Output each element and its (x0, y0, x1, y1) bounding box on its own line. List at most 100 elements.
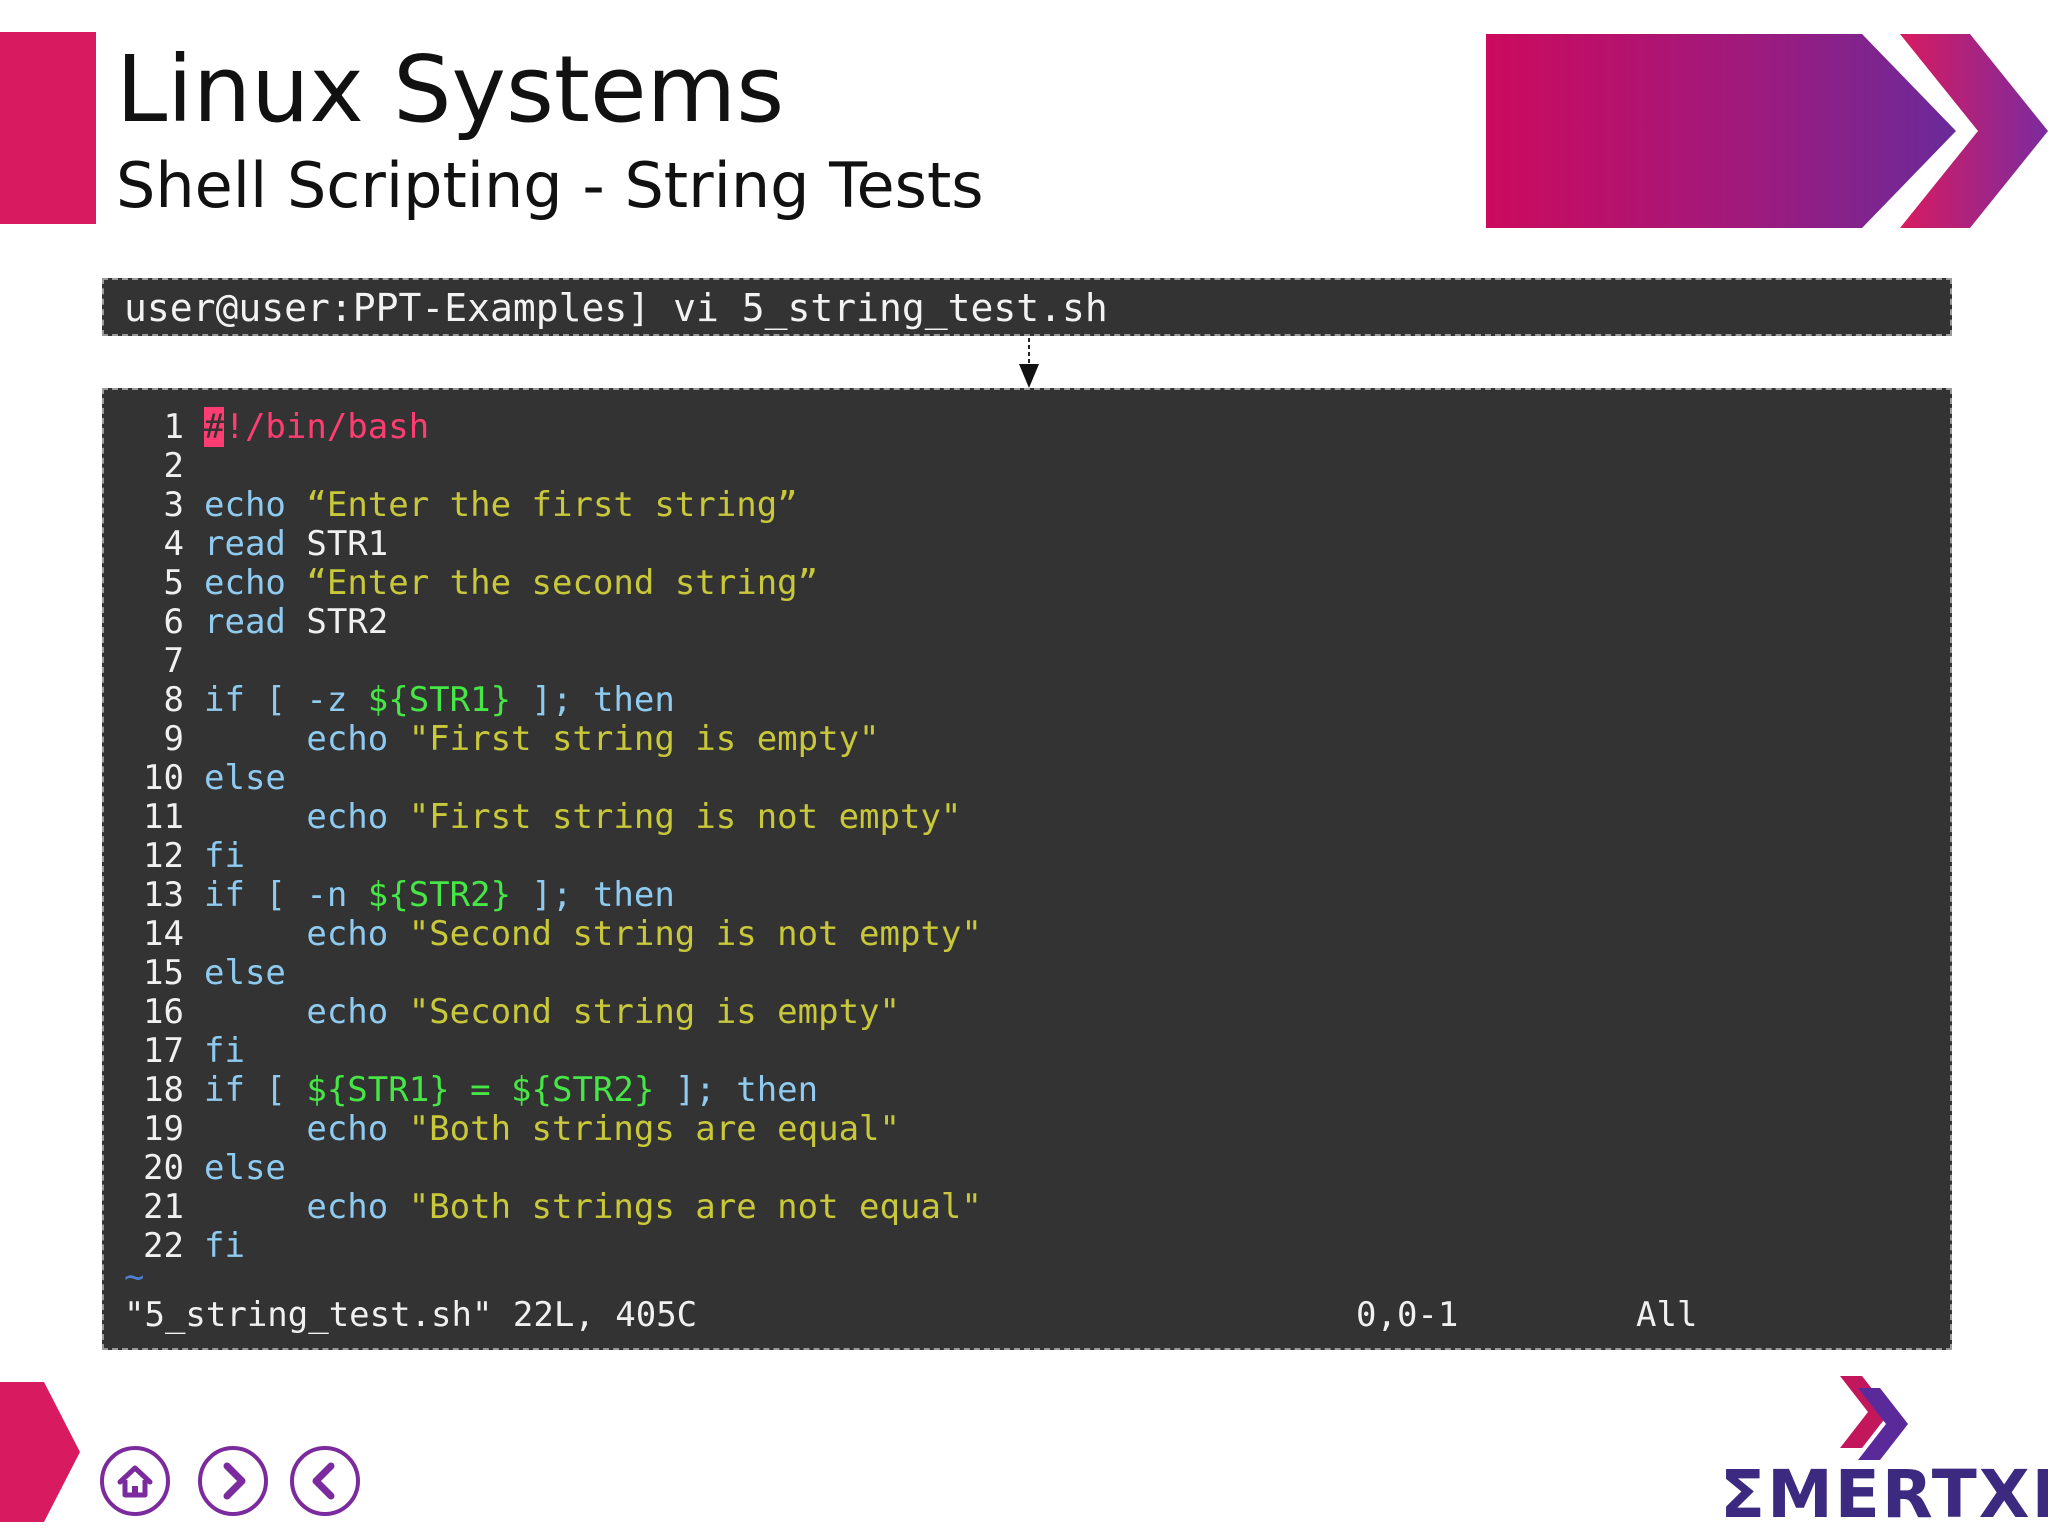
line-number: 5 (163, 563, 184, 603)
code-text: echo "First string is not empty" (204, 798, 961, 837)
code-token: !/bin/bash (224, 407, 430, 447)
line-number: 21 (143, 1187, 184, 1227)
code-token: ${STR2} (367, 875, 512, 915)
code-token: echo (204, 563, 286, 603)
code-token: STR2 (285, 602, 389, 642)
code-text: echo “Enter the second string” (204, 564, 818, 603)
code-token: echo (204, 797, 409, 837)
code-token: echo (204, 1187, 409, 1227)
line-number: 16 (143, 992, 184, 1032)
code-token: read (204, 602, 286, 642)
code-token: "Both strings are equal" (408, 1109, 900, 1149)
chevron-right-icon (223, 1462, 246, 1500)
code-token: echo (204, 719, 409, 759)
code-token: "First string is not empty" (408, 797, 962, 837)
code-token: “Enter the first string” (306, 485, 798, 525)
code-token: echo (204, 485, 286, 525)
code-text: fi (204, 1227, 245, 1266)
line-number: 12 (143, 836, 184, 876)
code-token: echo (204, 914, 409, 954)
code-token: “Enter the second string” (306, 563, 819, 603)
nav-side-tab (0, 1382, 80, 1522)
code-text: if [ -z ${STR1} ]; then (204, 681, 675, 720)
code-text: echo "Second string is not empty" (204, 915, 982, 954)
code-token: echo (204, 1109, 409, 1149)
code-token: fi (204, 836, 245, 876)
line-number: 15 (143, 953, 184, 993)
chevron-left-icon (312, 1462, 335, 1500)
code-token: fi (204, 1031, 245, 1071)
code-text: echo "First string is empty" (204, 719, 880, 759)
arrow-down-icon (1019, 338, 1039, 388)
code-text: echo “Enter the first string” (204, 486, 798, 525)
line-number: 6 (163, 602, 184, 642)
next-slide-button[interactable] (198, 1446, 268, 1516)
code-token: STR1 (285, 524, 389, 564)
line-number: 17 (143, 1031, 184, 1071)
code-text: read STR2 (204, 603, 388, 642)
code-token: echo (204, 992, 409, 1032)
line-number: 11 (143, 797, 184, 837)
line-number: 8 (163, 680, 184, 720)
line-number: 10 (143, 758, 184, 798)
slide-title: Linux Systems (116, 36, 785, 143)
code-token: ]; then (654, 1070, 819, 1110)
code-token: if [ -n (204, 875, 368, 915)
code-text: echo "Both strings are not equal" (204, 1188, 982, 1227)
title-accent-bar (0, 32, 96, 224)
code-token: else (204, 758, 286, 798)
line-number: 14 (143, 914, 184, 954)
code-token: else (204, 1148, 286, 1188)
code-text: echo "Both strings are equal" (204, 1110, 900, 1149)
home-button[interactable] (100, 1446, 170, 1516)
emertxe-logo-mark (1840, 1376, 1908, 1460)
terminal-command-bar: user@user:PPT-Examples] vi 5_string_test… (102, 278, 1952, 336)
code-text: #!/bin/bash (204, 407, 430, 447)
line-number: 4 (163, 524, 184, 564)
line-number: 7 (163, 641, 184, 681)
code-token: # (204, 407, 225, 447)
code-token: "First string is empty" (408, 719, 880, 759)
line-number: 20 (143, 1148, 184, 1188)
code-token: if [ (204, 1070, 307, 1110)
emertxe-logo-text: ΣMERTXE (1720, 1456, 2048, 1533)
code-token: ${STR1} = ${STR2} (306, 1070, 655, 1110)
code-text: if [ ${STR1} = ${STR2} ]; then (204, 1071, 818, 1110)
code-token: fi (204, 1226, 245, 1266)
code-token: read (204, 524, 286, 564)
line-number: 9 (163, 719, 184, 759)
code-text: echo "Second string is empty" (204, 993, 900, 1032)
line-number: 13 (143, 875, 184, 915)
vi-editor: ~ "5_string_test.sh" 22L, 405C 0,0-1 All… (102, 388, 1952, 1350)
slide-subtitle: Shell Scripting - String Tests (116, 149, 984, 222)
code-token: ${STR1} (367, 680, 512, 720)
code-text: if [ -n ${STR2} ]; then (204, 876, 675, 915)
line-number: 2 (163, 446, 184, 486)
home-icon (117, 1465, 153, 1498)
line-number: 3 (163, 485, 184, 525)
code-text: fi (204, 837, 245, 876)
line-number: 19 (143, 1109, 184, 1149)
line-number: 1 (163, 407, 184, 447)
previous-slide-button[interactable] (290, 1446, 360, 1516)
code-text: fi (204, 1032, 245, 1071)
line-number: 22 (143, 1226, 184, 1266)
status-view-range: All (1636, 1295, 1698, 1335)
terminal-command: user@user:PPT-Examples] vi 5_string_test… (124, 286, 1108, 330)
header-banner (1486, 34, 2048, 228)
code-token: "Second string is not empty" (408, 914, 982, 954)
code-text: else (204, 954, 286, 993)
code-text: read STR1 (204, 525, 388, 564)
code-token: "Both strings are not equal" (408, 1187, 982, 1227)
code-token: ]; then (511, 875, 675, 915)
status-file-info: "5_string_test.sh" 22L, 405C (124, 1295, 698, 1335)
code-token: "Second string is empty" (408, 992, 900, 1032)
code-token: ]; then (511, 680, 675, 720)
status-cursor-position: 0,0-1 (1356, 1295, 1459, 1335)
code-token: if [ -z (204, 680, 368, 720)
line-number: 18 (143, 1070, 184, 1110)
code-text: else (204, 1149, 286, 1188)
code-text: else (204, 759, 286, 798)
